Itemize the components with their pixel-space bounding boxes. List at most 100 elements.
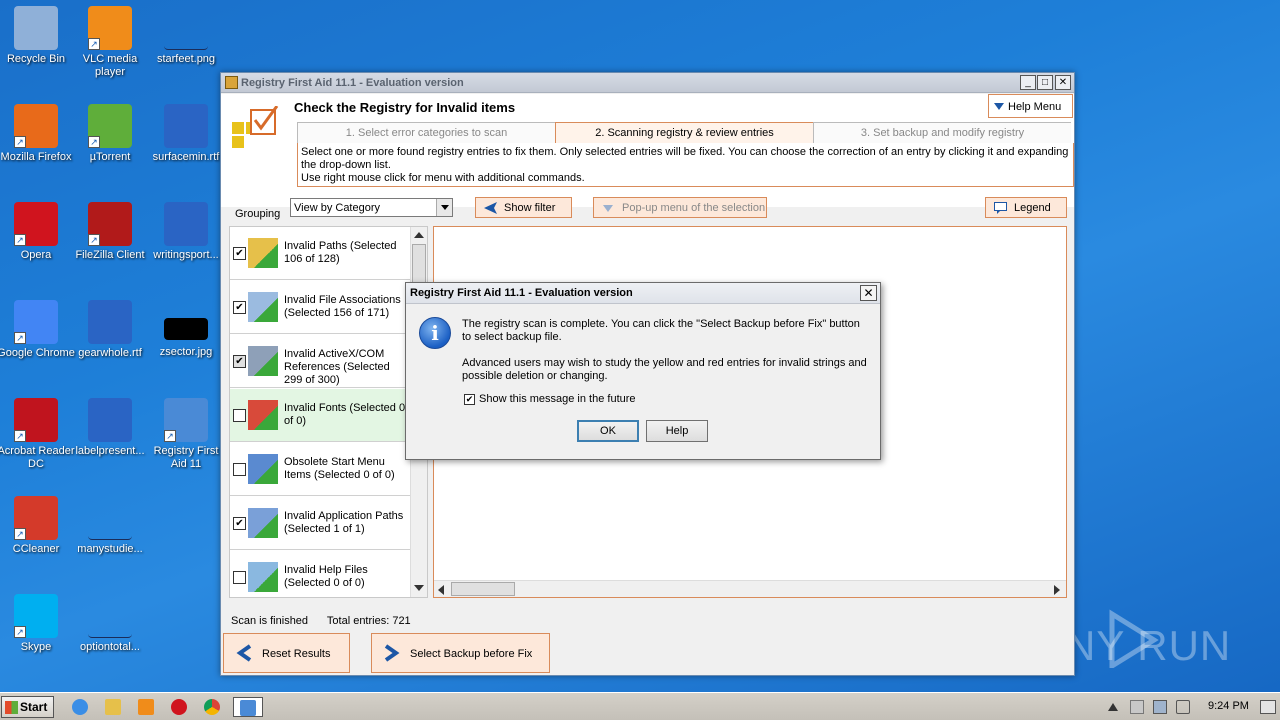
desktop-icon-optiontotal[interactable]: optiontotal... — [70, 594, 150, 654]
shortcut-arrow-icon: ↗ — [88, 136, 100, 148]
checkbox-checked[interactable]: ✔ — [233, 247, 246, 260]
desktop-icon-opera[interactable]: ↗ Opera — [0, 202, 76, 262]
desktop-icon-ccleaner[interactable]: ↗ CCleaner — [0, 496, 76, 556]
checkbox-checked[interactable]: ✔ — [233, 517, 246, 530]
desktop-icon-writingsport[interactable]: writingsport... — [146, 202, 226, 262]
flag-icon[interactable] — [1130, 700, 1144, 714]
desktop-icon-label: labelpresent... — [75, 445, 145, 457]
ok-button[interactable]: OK — [577, 420, 639, 442]
category-item[interactable]: ✔ Invalid Application Paths (Selected 1 o… — [230, 497, 410, 550]
category-label: Invalid ActiveX/COM References (Selected… — [284, 348, 390, 386]
start-label: Start — [20, 700, 48, 714]
window-titlebar[interactable]: Registry First Aid 11.1 - Evaluation ver… — [221, 73, 1074, 93]
desktop-icon-recycle-bin[interactable]: Recycle Bin — [0, 6, 76, 66]
utorrent-icon: ↗ — [88, 104, 132, 148]
speaker-icon[interactable] — [1176, 700, 1190, 714]
recycle-bin-icon — [14, 6, 58, 50]
popup-menu-button[interactable]: Pop-up menu of the selection — [593, 197, 767, 218]
scroll-left-icon[interactable] — [438, 585, 444, 595]
checkbox-unchecked[interactable] — [233, 463, 246, 476]
media-player-taskbar-icon[interactable] — [134, 697, 158, 717]
help-button[interactable]: Help — [646, 420, 708, 442]
opera-taskbar-icon[interactable] — [167, 697, 191, 717]
chrome-taskbar-icon[interactable] — [200, 697, 224, 717]
speech-bubble-icon — [994, 202, 1007, 214]
file-explorer-taskbar-icon[interactable] — [101, 697, 125, 717]
status-text: Scan is finished — [231, 615, 309, 627]
clock[interactable]: 9:24 PM — [1208, 700, 1249, 712]
internet-explorer-taskbar-icon[interactable] — [68, 697, 92, 717]
desktop-icon-label: Acrobat Reader DC — [0, 445, 75, 470]
tab-set-backup[interactable]: 3. Set backup and modify registry — [813, 122, 1071, 143]
tab-scanning-registry[interactable]: 2. Scanning registry & review entries — [555, 122, 813, 143]
results-hscrollbar[interactable] — [434, 580, 1066, 597]
desktop-icon-label: FileZilla Client — [75, 249, 145, 261]
ccleaner-icon: ↗ — [14, 496, 58, 540]
desktop-icon-surfacemin-rtf[interactable]: surfacemin.rtf — [146, 104, 226, 164]
scroll-down-icon[interactable] — [414, 585, 424, 591]
desktop-icon-skype[interactable]: ↗ Skype — [0, 594, 76, 654]
app-icon — [225, 76, 238, 89]
select-backup-label: Select Backup before Fix — [410, 648, 533, 660]
category-item[interactable]: ✔ Invalid Paths (Selected 106 of 128) — [230, 227, 410, 280]
scroll-right-icon[interactable] — [1054, 585, 1060, 595]
tab-select-categories[interactable]: 1. Select error categories to scan — [297, 122, 555, 143]
checkbox-checked[interactable]: ✔ — [233, 355, 246, 368]
category-icon — [248, 562, 278, 592]
category-icon — [248, 346, 278, 376]
maximize-button[interactable]: □ — [1037, 75, 1053, 90]
category-icon — [248, 508, 278, 538]
chrome-icon: ↗ — [14, 300, 58, 344]
desktop-icon-registry-first-aid[interactable]: ↗ Registry First Aid 11 — [146, 398, 226, 471]
help-menu-button[interactable]: Help Menu — [988, 94, 1073, 118]
desktop-icon-label: Mozilla Firefox — [0, 151, 72, 163]
desktop-icon-label: Google Chrome — [0, 347, 75, 359]
start-button[interactable]: Start — [1, 696, 54, 718]
scroll-up-icon[interactable] — [414, 232, 424, 238]
checkbox-unchecked[interactable] — [233, 571, 246, 584]
category-item[interactable]: ✔ Invalid File Associations (Selected 156… — [230, 281, 410, 334]
show-filter-button[interactable]: Show filter — [475, 197, 572, 218]
dialog-close-button[interactable]: ✕ — [860, 285, 877, 301]
desktop-icon-vlc[interactable]: ↗ VLC media player — [70, 6, 150, 79]
starfeet-png-icon — [164, 6, 208, 50]
show-message-checkbox[interactable]: ✔ Show this message in the future — [464, 393, 636, 405]
category-item[interactable]: Invalid Help Files (Selected 0 of 0) — [230, 551, 410, 597]
desktop-icon-starfeet-png[interactable]: starfeet.png — [146, 6, 226, 66]
checkmark-logo-icon — [232, 106, 279, 148]
show-filter-label: Show filter — [504, 202, 556, 214]
chevron-down-icon[interactable] — [436, 199, 452, 216]
desktop-icon-label: VLC media player — [82, 53, 138, 78]
shortcut-arrow-icon: ↗ — [14, 332, 26, 344]
registry-first-aid-taskbar-icon[interactable] — [233, 697, 263, 717]
triangle-down-icon — [994, 103, 1004, 110]
network-icon[interactable] — [1153, 700, 1167, 714]
show-desktop-icon[interactable] — [1260, 700, 1276, 714]
desktop-icon-firefox[interactable]: ↗ Mozilla Firefox — [0, 104, 76, 164]
desktop-icon-chrome[interactable]: ↗ Google Chrome — [0, 300, 76, 360]
close-button[interactable]: ✕ — [1055, 75, 1071, 90]
checkbox-checked-icon[interactable]: ✔ — [464, 393, 475, 405]
tray-expand-icon[interactable] — [1108, 703, 1118, 711]
desktop-icon-filezilla[interactable]: ↗ FileZilla Client — [70, 202, 150, 262]
checkbox-checked[interactable]: ✔ — [233, 301, 246, 314]
hscroll-thumb[interactable] — [451, 582, 515, 596]
category-item[interactable]: Obsolete Start Menu Items (Selected 0 of… — [230, 443, 410, 496]
desktop-icon-labelpresent[interactable]: labelpresent... — [70, 398, 150, 458]
grouping-select[interactable]: View by Category — [290, 198, 453, 217]
category-item[interactable]: Invalid Fonts (Selected 0 of 0) — [230, 389, 410, 442]
select-backup-button[interactable]: Select Backup before Fix — [371, 633, 550, 673]
minimize-button[interactable]: _ — [1020, 75, 1036, 90]
legend-button[interactable]: Legend — [985, 197, 1067, 218]
desktop-icon-acrobat-reader[interactable]: ↗ Acrobat Reader DC — [0, 398, 76, 471]
category-icon — [248, 292, 278, 322]
desktop-icon-utorrent[interactable]: ↗ µTorrent — [70, 104, 150, 164]
desktop-icon-zsector-jpg[interactable]: zsector.jpg — [146, 300, 226, 359]
category-item[interactable]: ✔ Invalid ActiveX/COM References (Selecte… — [230, 335, 410, 388]
checkbox-unchecked[interactable] — [233, 409, 246, 422]
info-icon: i — [419, 317, 451, 349]
desktop-icon-manystudie[interactable]: manystudie... — [70, 496, 150, 556]
desktop-icon-gearwhole-rtf[interactable]: gearwhole.rtf — [70, 300, 150, 360]
reset-results-button[interactable]: Reset Results — [223, 633, 350, 673]
dialog-titlebar[interactable]: Registry First Aid 11.1 - Evaluation ver… — [406, 283, 880, 304]
